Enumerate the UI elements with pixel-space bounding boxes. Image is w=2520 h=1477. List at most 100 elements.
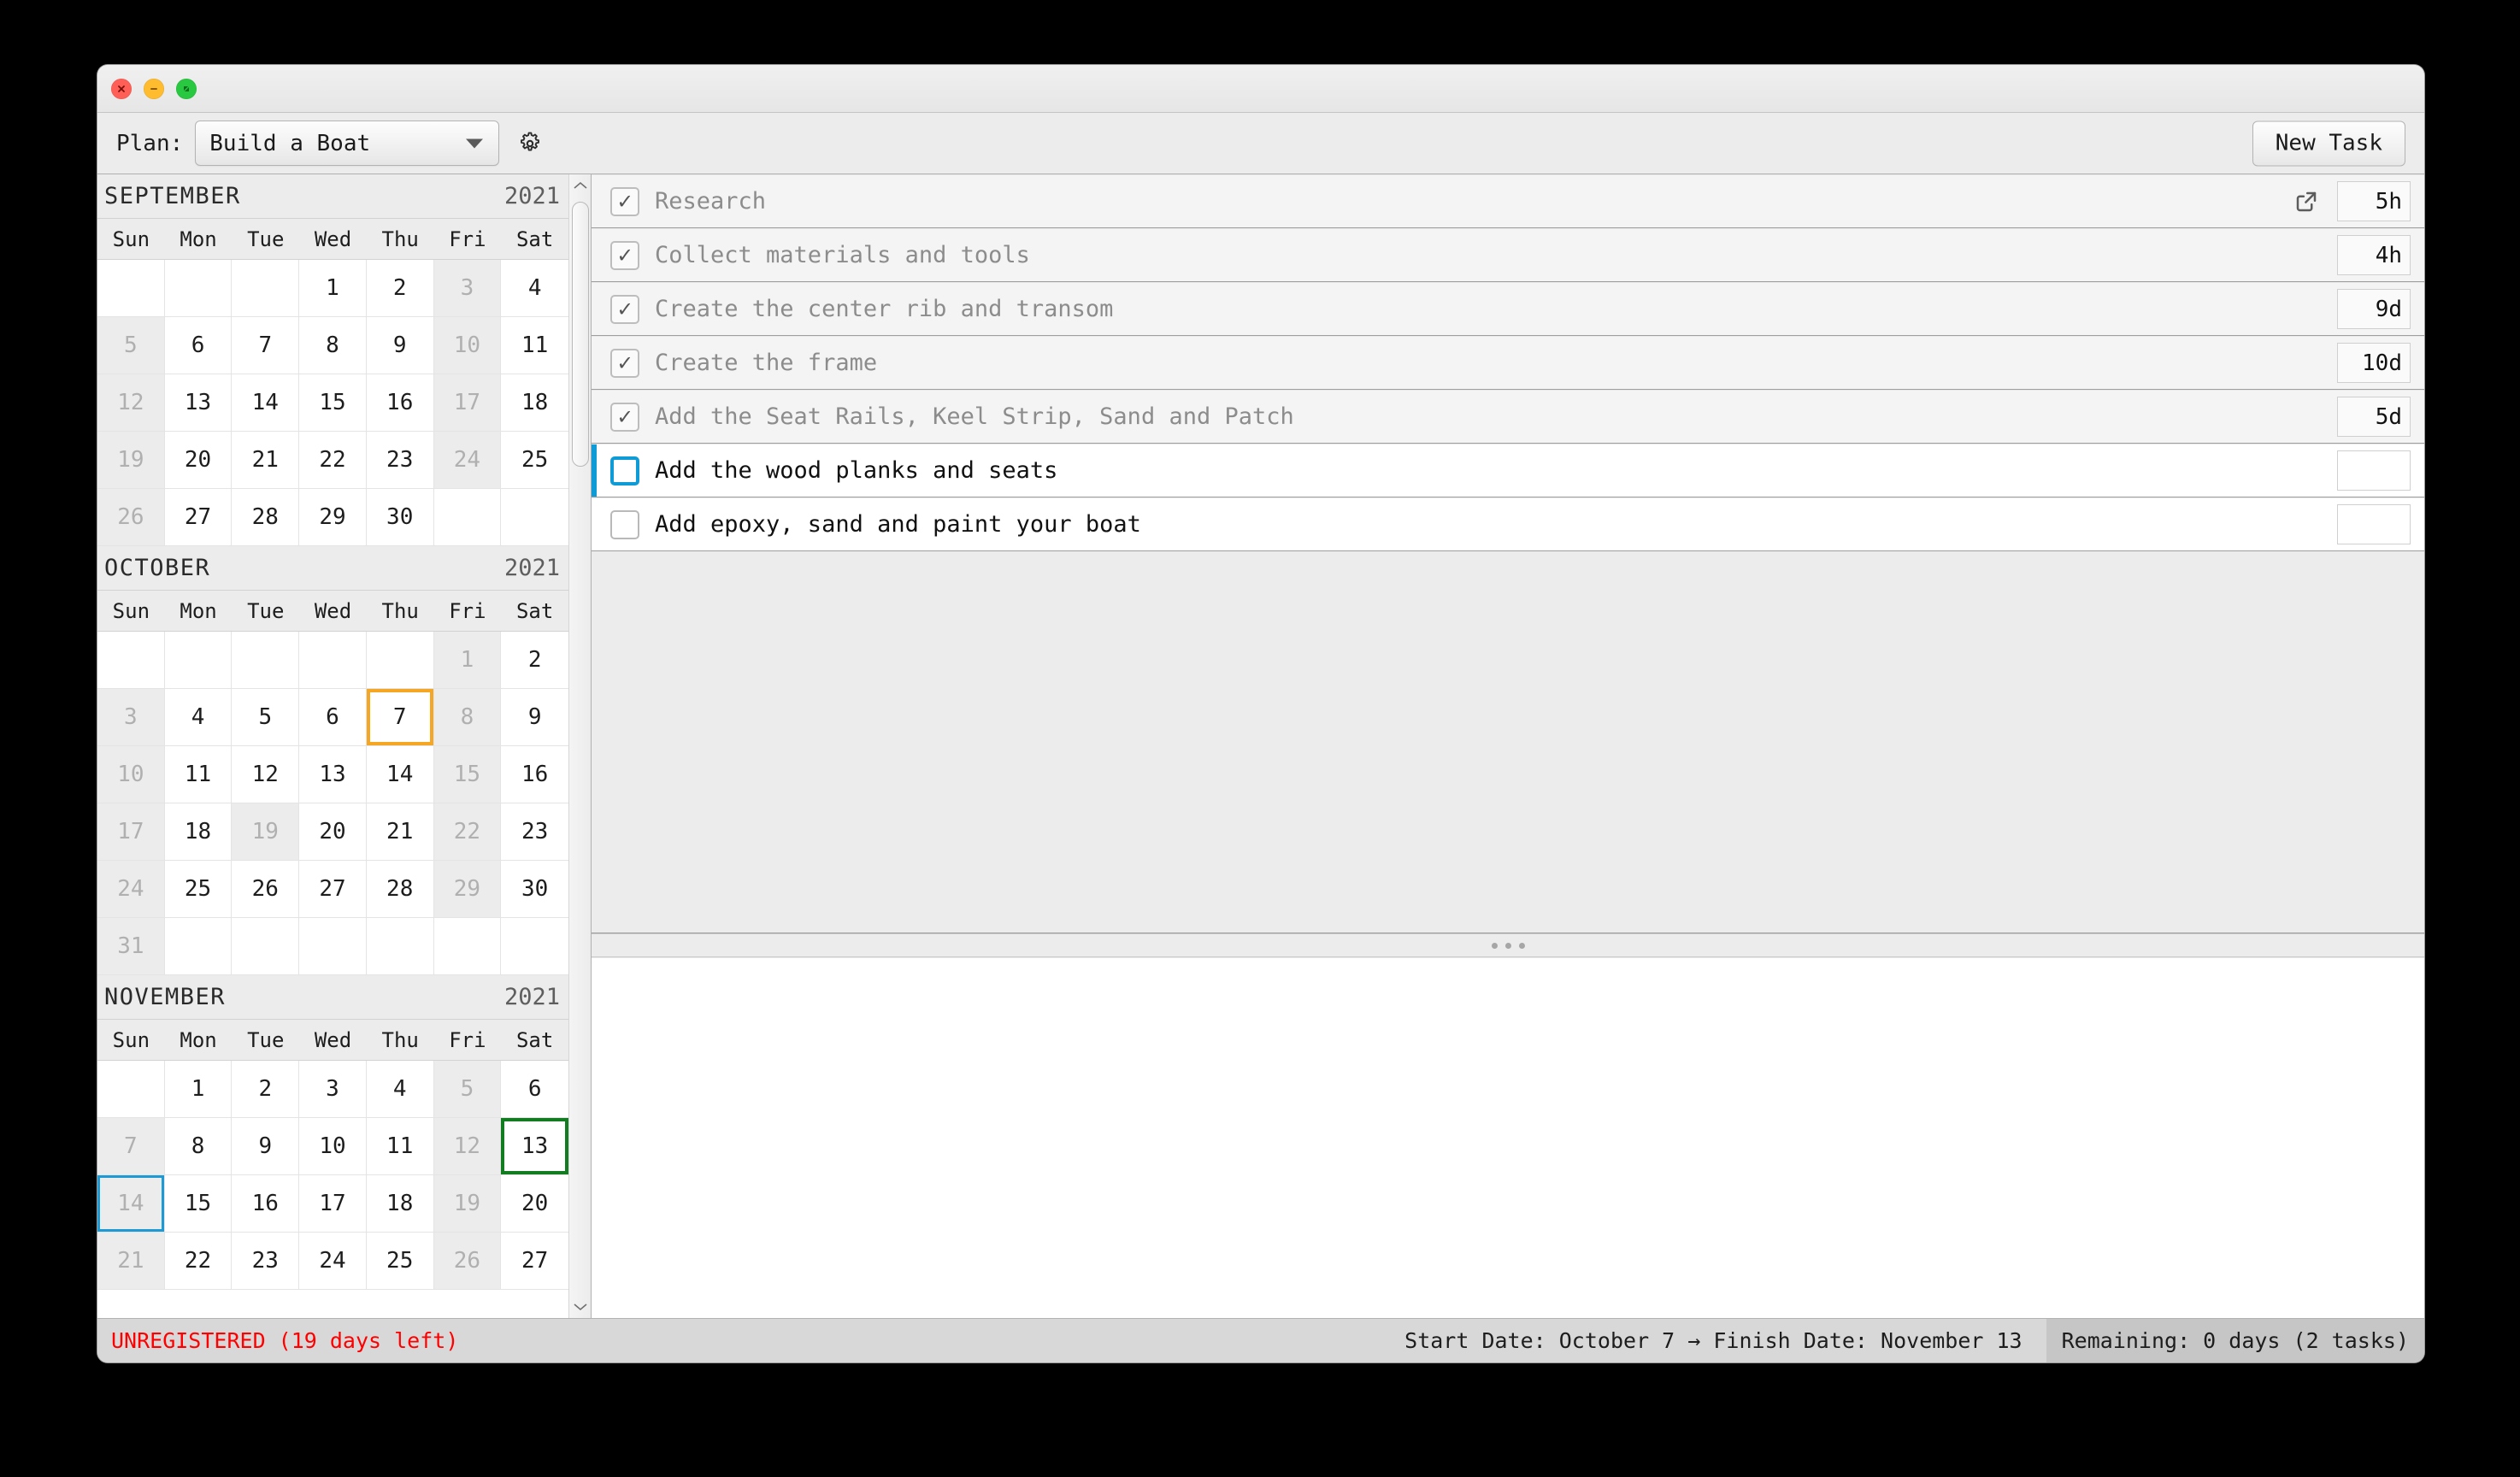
calendar-day[interactable]: 22 [164,1233,233,1290]
calendar-day[interactable]: 25 [164,861,233,918]
calendar-day[interactable]: 24 [299,1233,367,1290]
calendar-day[interactable]: 14 [97,1175,165,1233]
calendar-day[interactable]: 22 [433,803,502,861]
calendar-day[interactable]: 8 [164,1118,233,1175]
calendar-day[interactable]: 11 [366,1118,434,1175]
calendar-day[interactable]: 15 [164,1175,233,1233]
minimize-button[interactable] [144,78,164,99]
calendar-day[interactable]: 19 [232,803,300,861]
calendar-day[interactable]: 5 [232,689,300,746]
calendar-day[interactable]: 18 [501,374,568,432]
task-row[interactable]: ✓ Collect materials and tools 4h [592,228,2424,282]
task-checkbox-checked[interactable]: ✓ [610,348,639,378]
calendar-day[interactable]: 13 [164,374,233,432]
task-duration-field[interactable]: 10d [2337,343,2411,383]
calendar-day[interactable]: 23 [366,432,434,489]
calendar-day[interactable]: 12 [433,1118,502,1175]
calendar-day[interactable]: 19 [433,1175,502,1233]
task-checkbox-unchecked[interactable] [610,509,639,539]
calendar-day[interactable]: 10 [97,746,165,803]
calendar-day[interactable]: 31 [97,918,165,975]
calendar-day[interactable]: 4 [501,260,568,317]
calendar-day[interactable]: 6 [164,317,233,374]
task-duration-field[interactable]: 9d [2337,289,2411,329]
calendar-day[interactable]: 13 [501,1118,568,1175]
calendar-day[interactable]: 4 [164,689,233,746]
calendar-day[interactable]: 2 [501,632,568,689]
scroll-up-arrow-icon[interactable] [569,174,592,197]
calendar-day[interactable]: 1 [299,260,367,317]
calendar-day[interactable]: 8 [433,689,502,746]
calendar-scrollbar[interactable] [568,174,591,1318]
new-task-button[interactable]: New Task [2252,121,2405,166]
calendar-day[interactable]: 12 [232,746,300,803]
plan-select[interactable]: Build a Boat [195,121,500,166]
calendar-day[interactable]: 15 [299,374,367,432]
calendar-day[interactable]: 11 [164,746,233,803]
calendar-day[interactable]: 27 [501,1233,568,1290]
calendar-day[interactable]: 30 [366,489,434,546]
calendar-day[interactable]: 5 [433,1061,502,1118]
calendar-day[interactable]: 7 [97,1118,165,1175]
calendar-day[interactable]: 11 [501,317,568,374]
calendar-day[interactable]: 26 [97,489,165,546]
external-link-icon[interactable] [2289,185,2323,219]
calendar-day[interactable]: 2 [366,260,434,317]
settings-button[interactable] [513,127,547,161]
calendar-day[interactable]: 6 [501,1061,568,1118]
calendar-day[interactable]: 18 [366,1175,434,1233]
task-duration-field[interactable] [2337,450,2411,491]
calendar-day[interactable]: 1 [433,632,502,689]
calendar-day[interactable]: 5 [97,317,165,374]
calendar-day[interactable]: 2 [232,1061,300,1118]
calendar-day[interactable]: 24 [433,432,502,489]
task-checkbox-checked[interactable]: ✓ [610,294,639,324]
calendar-day[interactable]: 30 [501,861,568,918]
pane-splitter[interactable] [592,933,2424,957]
calendar-day[interactable]: 10 [299,1118,367,1175]
task-checkbox-checked[interactable]: ✓ [610,240,639,270]
calendar-day[interactable]: 6 [299,689,367,746]
task-row[interactable]: ✓ Research 5h [592,174,2424,228]
calendar-day[interactable]: 20 [501,1175,568,1233]
task-row[interactable]: Add the wood planks and seats [592,444,2424,497]
calendar-day[interactable]: 14 [232,374,300,432]
calendar-day[interactable]: 28 [366,861,434,918]
calendar-day[interactable]: 4 [366,1061,434,1118]
task-duration-field[interactable]: 5d [2337,397,2411,437]
calendar-day[interactable]: 28 [232,489,300,546]
calendar-day[interactable]: 20 [299,803,367,861]
calendar-day[interactable]: 23 [232,1233,300,1290]
calendar-day[interactable]: 29 [299,489,367,546]
calendar-day[interactable]: 16 [366,374,434,432]
scrollbar-thumb[interactable] [572,202,589,467]
calendar-day[interactable]: 8 [299,317,367,374]
calendar-day[interactable]: 17 [299,1175,367,1233]
calendar-day[interactable]: 17 [97,803,165,861]
calendar-day[interactable]: 15 [433,746,502,803]
calendar-day[interactable]: 26 [232,861,300,918]
calendar-day[interactable]: 24 [97,861,165,918]
calendar-day[interactable]: 17 [433,374,502,432]
calendar-day[interactable]: 25 [501,432,568,489]
calendar-day[interactable]: 14 [366,746,434,803]
calendar-day[interactable]: 3 [433,260,502,317]
scroll-down-arrow-icon[interactable] [569,1296,592,1318]
calendar-day[interactable]: 21 [97,1233,165,1290]
calendar-day[interactable]: 22 [299,432,367,489]
calendar-day[interactable]: 20 [164,432,233,489]
calendar-day[interactable]: 9 [232,1118,300,1175]
calendar-day[interactable]: 3 [299,1061,367,1118]
calendar-day[interactable]: 7 [366,689,434,746]
task-checkbox-checked[interactable]: ✓ [610,402,639,432]
calendar-day[interactable]: 16 [232,1175,300,1233]
task-row[interactable]: ✓ Create the center rib and transom 9d [592,282,2424,336]
calendar-day[interactable]: 1 [164,1061,233,1118]
calendar-day[interactable]: 27 [164,489,233,546]
calendar-day[interactable]: 9 [501,689,568,746]
calendar-day[interactable]: 25 [366,1233,434,1290]
maximize-button[interactable] [176,78,197,99]
task-row[interactable]: ✓ Add the Seat Rails, Keel Strip, Sand an… [592,390,2424,444]
task-duration-field[interactable]: 4h [2337,235,2411,275]
calendar-day[interactable]: 21 [232,432,300,489]
